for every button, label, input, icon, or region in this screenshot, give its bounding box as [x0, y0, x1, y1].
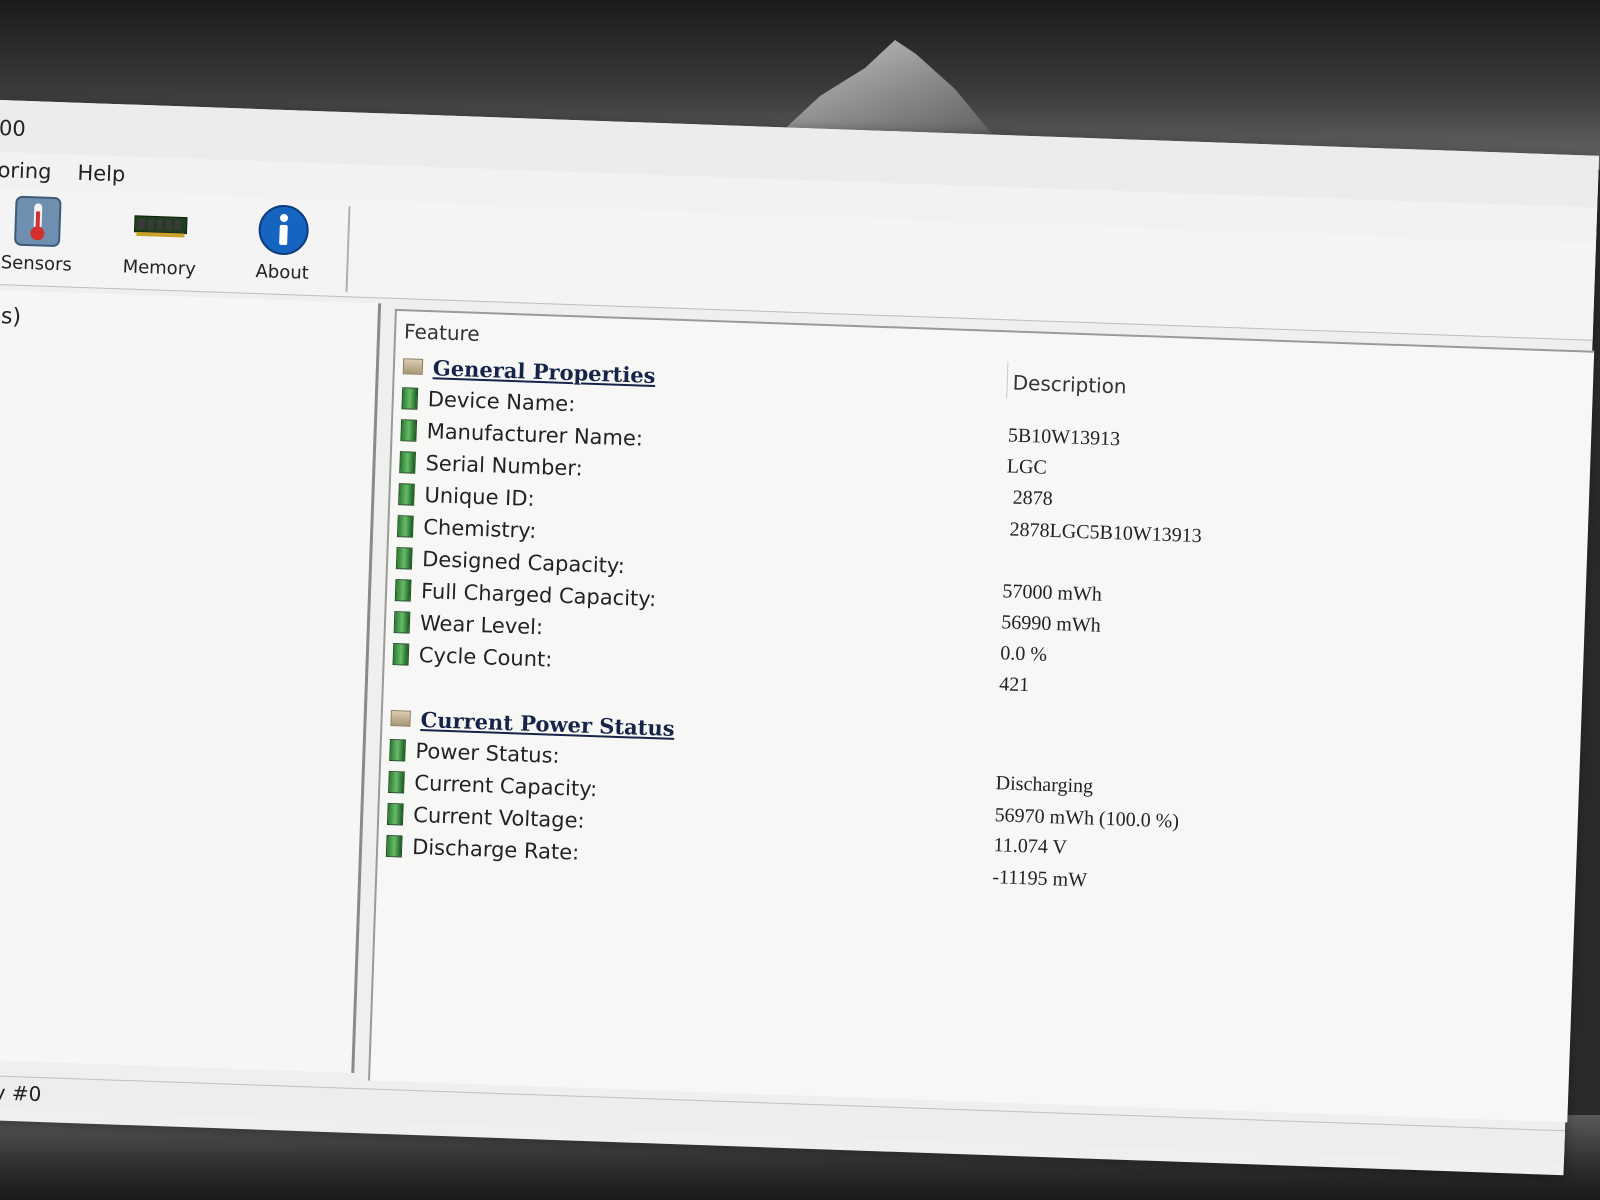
tree-item-label[interactable]: (s) [0, 304, 22, 330]
battery-icon [399, 451, 416, 474]
list-item[interactable]: Current Capacity: [388, 767, 598, 804]
feature-label: Serial Number: [425, 451, 584, 481]
thermometer-icon [9, 194, 67, 248]
section-folder-icon [402, 358, 424, 375]
feature-value: 0.0 % [999, 642, 1048, 666]
feature-value: 2878 [1012, 486, 1054, 510]
battery-icon [385, 834, 403, 858]
memory-button[interactable]: Memory [109, 198, 212, 287]
section-folder-icon [390, 710, 411, 727]
battery-icon [393, 611, 411, 634]
battery-info-window: 00 — ☐ ✕ oring Help Sensors [0, 100, 1600, 1176]
feature-label: Power Status: [415, 738, 561, 768]
column-divider [1006, 362, 1009, 399]
list-item[interactable]: Chemistry: [396, 511, 537, 546]
about-label: About [255, 261, 310, 284]
feature-label: Manufacturer Name: [426, 419, 644, 451]
list-item[interactable]: Cycle Count: [392, 639, 553, 675]
device-tree-pane[interactable]: (s) [0, 289, 382, 1073]
feature-value: 57000 mWh [1002, 580, 1103, 606]
feature-value: -11195 mW [992, 866, 1088, 892]
battery-icon [398, 483, 415, 506]
feature-label: Chemistry: [422, 515, 537, 543]
section-title: Current Power Status [420, 706, 675, 741]
memory-chip-icon [132, 199, 190, 253]
battery-icon [401, 387, 419, 410]
feature-label: Discharge Rate: [411, 834, 580, 865]
battery-icon [394, 579, 412, 602]
battery-icon [396, 515, 414, 538]
status-text: tery #0 [0, 1079, 42, 1107]
section-title: General Properties [432, 354, 656, 388]
sensors-button[interactable]: Sensors [0, 194, 89, 283]
battery-details-pane: Feature Description General Properties D… [368, 308, 1595, 1123]
feature-label: Cycle Count: [418, 642, 553, 672]
about-button[interactable]: About [232, 202, 335, 291]
window-title: 00 [0, 115, 27, 141]
feature-label: Unique ID: [424, 483, 536, 511]
list-item[interactable]: Serial Number: [399, 447, 583, 483]
toolbar-separator [345, 206, 351, 293]
battery-icon [400, 419, 418, 442]
feature-value: LGC [1006, 455, 1048, 479]
menu-monitoring[interactable]: oring [0, 158, 52, 184]
list-item[interactable]: Power Status: [389, 735, 560, 771]
battery-icon [388, 770, 405, 794]
feature-value: 56970 mWh (100.0 %) [994, 804, 1180, 833]
list-item[interactable]: Current Voltage: [386, 799, 586, 836]
battery-icon [386, 802, 404, 826]
menu-help[interactable]: Help [77, 161, 126, 187]
feature-value: 421 [998, 673, 1030, 697]
battery-icon [392, 643, 410, 666]
feature-value: 11.074 V [993, 834, 1068, 859]
list-item[interactable]: Discharge Rate: [385, 831, 580, 868]
list-item[interactable]: Unique ID: [398, 479, 535, 514]
list-item[interactable]: Device Name: [401, 383, 576, 419]
feature-column-header[interactable]: Feature [404, 319, 480, 346]
feature-label: Wear Level: [419, 610, 544, 640]
feature-value: 2878LGC5B10W13913 [1009, 518, 1203, 548]
feature-label: Current Capacity: [414, 770, 598, 802]
description-column-header[interactable]: Description [1012, 371, 1127, 399]
list-item[interactable]: Wear Level: [393, 607, 543, 642]
feature-label: Current Voltage: [412, 802, 586, 833]
feature-value: Discharging [995, 772, 1094, 798]
info-icon [255, 203, 313, 257]
sensors-label: Sensors [0, 252, 73, 276]
feature-label: Device Name: [427, 387, 576, 417]
feature-value: 56990 mWh [1000, 611, 1102, 637]
feature-label: Designed Capacity: [421, 547, 626, 579]
battery-icon [395, 547, 413, 570]
feature-value: 5B10W13913 [1007, 424, 1121, 451]
feature-label: Full Charged Capacity: [420, 579, 657, 612]
memory-label: Memory [122, 256, 197, 280]
battery-icon [389, 738, 406, 762]
